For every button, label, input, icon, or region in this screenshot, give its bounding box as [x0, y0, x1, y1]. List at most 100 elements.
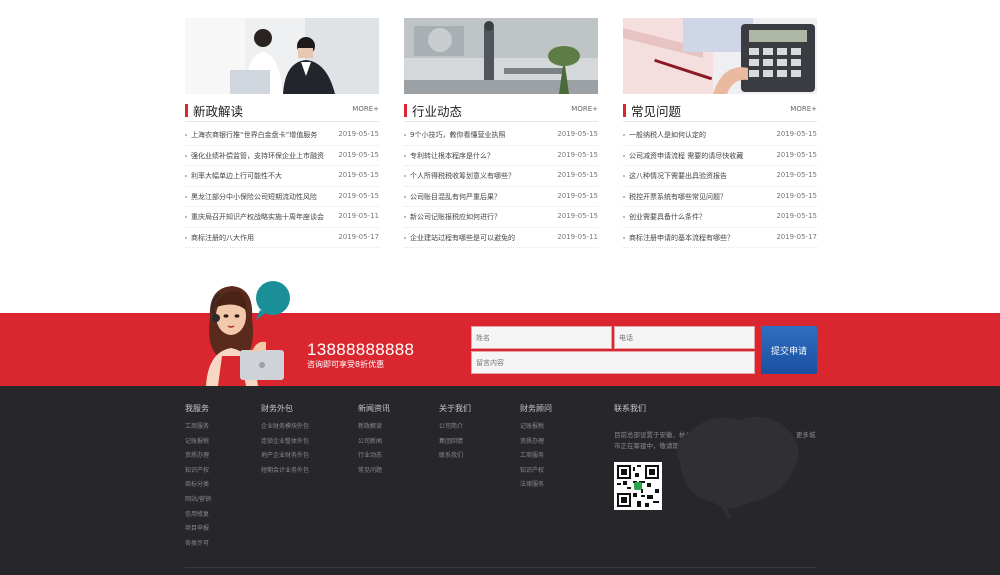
office-image[interactable]: [404, 18, 598, 94]
footer-column-title: 财务外包: [261, 404, 293, 413]
footer-link[interactable]: 短期会计业务外包: [261, 465, 309, 480]
list-item[interactable]: 公司账目混乱有何严重后果？ 2019-05-15: [404, 187, 598, 207]
column-title: 行业动态: [412, 104, 463, 119]
item-title[interactable]: 9个小技巧，教你看懂营业执照: [410, 130, 505, 140]
news-list: 9个小技巧，教你看懂营业执照 2019-05-15 专利转让根本程序是什么？ 201…: [404, 125, 598, 248]
item-date: 2019-05-15: [776, 130, 817, 138]
item-title[interactable]: 一般纳税人是如何认定的: [629, 130, 706, 140]
item-title[interactable]: 这八种情况下需要出具验资报告: [629, 171, 727, 181]
list-item[interactable]: 9个小技巧，教你看懂营业执照 2019-05-15: [404, 125, 598, 146]
item-title[interactable]: 新公司记账报税应如何进行？: [410, 212, 501, 222]
discount-subtitle: 咨询即可享受8折优惠: [307, 360, 385, 369]
list-item[interactable]: 新公司记账报税应如何进行？ 2019-05-15: [404, 207, 598, 228]
calculator-image[interactable]: [623, 18, 817, 94]
footer-column-advisor: 财务顾问 记账报税 资质办理 工商服务 知识产权 法律服务: [520, 403, 552, 494]
footer-link[interactable]: 联系我们: [439, 450, 471, 465]
list-item[interactable]: 专利转让根本程序是什么？ 2019-05-15: [404, 146, 598, 166]
more-link[interactable]: MORE+: [352, 105, 379, 113]
footer-link[interactable]: 工商服务: [185, 421, 211, 436]
item-date: 2019-05-15: [776, 212, 817, 220]
item-title[interactable]: 企业建站过程有哪些是可以避免的: [410, 233, 515, 243]
more-link[interactable]: MORE+: [571, 105, 598, 113]
list-item[interactable]: 税控开票系统有哪些常见问题？ 2019-05-15: [623, 187, 817, 207]
footer-link[interactable]: 商标分类: [185, 479, 211, 494]
list-item[interactable]: 一般纳税人是如何认定的 2019-05-15: [623, 125, 817, 146]
item-date: 2019-05-15: [776, 150, 817, 159]
footer-column-title: 关于我们: [439, 404, 471, 413]
item-date: 2019-05-15: [776, 191, 817, 200]
footer-link[interactable]: 知识产权: [185, 465, 211, 480]
item-date: 2019-05-15: [338, 171, 379, 179]
item-title[interactable]: 重庆局召开知识产权战略实施十周年座谈会: [191, 212, 324, 222]
list-item[interactable]: 商标注册的八大作用 2019-05-17: [185, 228, 379, 248]
item-title[interactable]: 商标注册申请的基本流程有哪些？: [629, 233, 734, 243]
list-item[interactable]: 个人所得税税收筹划意义有哪些？ 2019-05-15: [404, 166, 598, 187]
bullet: [185, 195, 187, 198]
accent-bar: [404, 104, 407, 117]
list-item[interactable]: 强化业绩补偿监管，支持环保企业上市融资 2019-05-15: [185, 146, 379, 166]
footer-link[interactable]: 各类许可: [185, 538, 211, 553]
list-item[interactable]: 重庆局召开知识产权战略实施十周年座谈会 2019-05-11: [185, 207, 379, 228]
phone-field[interactable]: [614, 326, 755, 349]
footer-link[interactable]: 新政解读: [358, 421, 390, 436]
accent-bar: [623, 104, 626, 117]
item-title[interactable]: 商标注册的八大作用: [191, 233, 254, 243]
item-date: 2019-05-17: [776, 232, 817, 241]
footer-link[interactable]: 工商服务: [520, 450, 552, 465]
footer-link[interactable]: 连锁企业整体外包: [261, 436, 309, 451]
list-item[interactable]: 上海农商银行推“世界白金盘卡”增值服务 2019-05-15: [185, 125, 379, 146]
footer-link[interactable]: 公司简介: [439, 421, 471, 436]
item-title[interactable]: 利率大幅单边上行可能性不大: [191, 171, 282, 181]
list-item[interactable]: 公司减资申请流程 需要的请尽快收藏 2019-05-15: [623, 146, 817, 166]
list-item[interactable]: 商标注册申请的基本流程有哪些？ 2019-05-17: [623, 228, 817, 248]
list-item[interactable]: 利率大幅单边上行可能性不大 2019-05-15: [185, 166, 379, 187]
message-field[interactable]: [471, 351, 755, 374]
bullet: [185, 134, 187, 136]
accent-bar: [185, 104, 188, 117]
list-item[interactable]: 黑龙江部分中小保险公司短期流动性风险 2019-05-15: [185, 187, 379, 207]
list-item[interactable]: 创业需要具备什么条件？ 2019-05-15: [623, 207, 817, 228]
footer-link[interactable]: 地产企业财务外包: [261, 450, 309, 465]
item-title[interactable]: 税控开票系统有哪些常见问题？: [629, 192, 727, 202]
bullet: [623, 216, 625, 218]
footer-link[interactable]: 项目申报: [185, 523, 211, 538]
item-date: 2019-05-15: [776, 171, 817, 179]
column-header: 新政解读 MORE+: [185, 100, 379, 122]
footer-link[interactable]: 法律服务: [520, 479, 552, 494]
list-item[interactable]: 这八种情况下需要出具验资报告 2019-05-15: [623, 166, 817, 187]
footer-link[interactable]: 信用修复: [185, 509, 211, 524]
bullet: [404, 216, 406, 218]
footer-link[interactable]: 记账报税: [520, 421, 552, 436]
business-meeting-image[interactable]: [185, 18, 379, 94]
footer-link[interactable]: 行业动态: [358, 450, 390, 465]
item-title[interactable]: 个人所得税税收筹划意义有哪些？: [410, 171, 515, 181]
more-link[interactable]: MORE+: [790, 105, 817, 113]
footer-link[interactable]: 资质办理: [185, 450, 211, 465]
bullet: [623, 195, 625, 198]
footer-link[interactable]: 企业财务模块外包: [261, 421, 309, 436]
footer-link[interactable]: 资质办理: [520, 436, 552, 451]
footer-link[interactable]: 常见问题: [358, 465, 390, 480]
submit-button[interactable]: 提交申请: [761, 326, 817, 374]
footer-column-title: 新闻资讯: [358, 404, 390, 413]
name-field[interactable]: [471, 326, 612, 349]
footer-link[interactable]: 集团回馈: [439, 436, 471, 451]
item-title[interactable]: 专利转让根本程序是什么？: [410, 151, 494, 161]
footer-column-title: 财务顾问: [520, 404, 552, 413]
china-map-icon: [676, 416, 799, 519]
footer-link[interactable]: 网站/营销: [185, 494, 211, 509]
item-title[interactable]: 黑龙江部分中小保险公司短期流动性风险: [191, 192, 317, 202]
footer-link[interactable]: 公司新闻: [358, 436, 390, 451]
list-item[interactable]: 企业建站过程有哪些是可以避免的 2019-05-11: [404, 228, 598, 248]
item-title[interactable]: 上海农商银行推“世界白金盘卡”增值服务: [191, 130, 317, 140]
footer-link[interactable]: 记账报税: [185, 436, 211, 451]
footer-link[interactable]: 知识产权: [520, 465, 552, 480]
bullet: [623, 175, 625, 177]
footer-column-about: 关于我们 公司简介 集团回馈 联系我们: [439, 403, 471, 465]
item-title[interactable]: 公司减资申请流程 需要的请尽快收藏: [629, 151, 743, 161]
item-date: 2019-05-15: [557, 130, 598, 138]
footer-column-outsourcing: 财务外包 企业财务模块外包 连锁企业整体外包 地产企业财务外包 短期会计业务外包: [261, 403, 309, 479]
item-title[interactable]: 公司账目混乱有何严重后果？: [410, 192, 501, 202]
item-title[interactable]: 创业需要具备什么条件？: [629, 212, 706, 222]
item-title[interactable]: 强化业绩补偿监管，支持环保企业上市融资: [191, 151, 324, 161]
